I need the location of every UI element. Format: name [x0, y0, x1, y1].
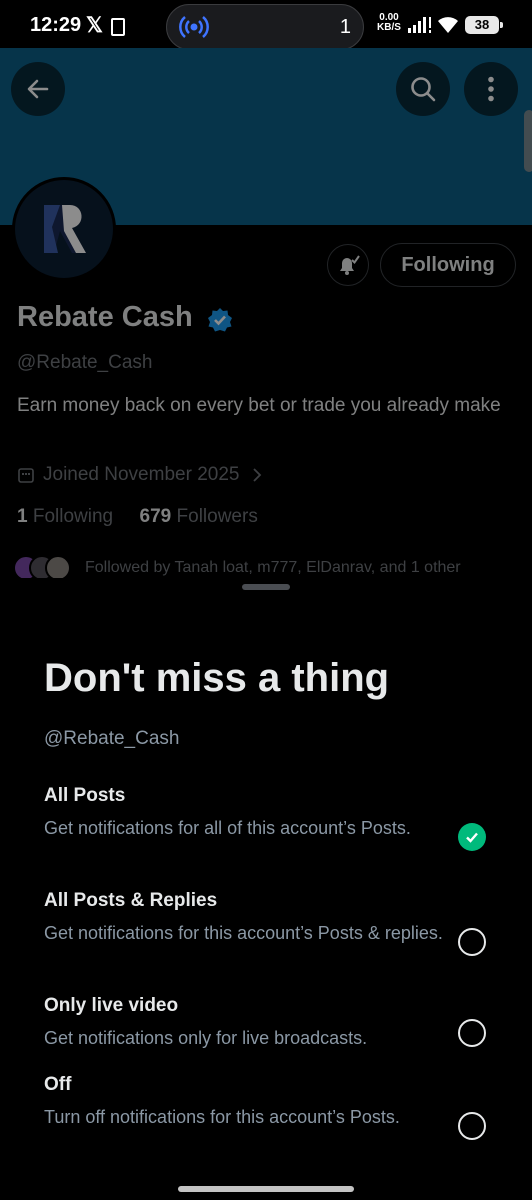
- battery-icon: 38: [465, 16, 503, 34]
- profile-view: Following Rebate Cash @Rebate_Cash Earn …: [0, 48, 532, 600]
- island-count: 1: [339, 16, 351, 38]
- radio-unselected[interactable]: [458, 1019, 486, 1047]
- option-description: Get notifications only for live broadcas…: [44, 1028, 368, 1048]
- home-indicator[interactable]: [178, 1186, 354, 1192]
- net-speed: 0.00 KB/S: [375, 13, 403, 33]
- sheet-title: Don't miss a thing: [44, 656, 390, 700]
- option-description: Get notifications for all of this accoun…: [44, 818, 411, 838]
- radio-selected[interactable]: [458, 823, 486, 851]
- app-notification-icon: [111, 18, 125, 36]
- radio-unselected[interactable]: [458, 1112, 486, 1140]
- option-description: Get notifications for this account’s Pos…: [44, 923, 443, 943]
- option-all-posts[interactable]: All Posts Get notifications for all of t…: [44, 785, 504, 851]
- option-description: Turn off notifications for this account’…: [44, 1107, 400, 1127]
- notification-settings-sheet: Don't miss a thing @Rebate_Cash All Post…: [0, 578, 532, 1200]
- wifi-icon: [438, 17, 458, 33]
- broadcast-icon: [179, 16, 209, 38]
- net-speed-unit: KB/S: [377, 22, 401, 33]
- option-only-live-video[interactable]: Only live video Get notifications only f…: [44, 995, 504, 1052]
- status-bar: 12:29 𝕏 1 0.00 KB/S 38: [0, 0, 532, 54]
- option-title: All Posts & Replies: [44, 890, 218, 911]
- option-all-posts-replies[interactable]: All Posts & Replies Get notifications fo…: [44, 890, 504, 956]
- option-title: Only live video: [44, 995, 179, 1016]
- status-time: 12:29: [30, 14, 82, 36]
- dynamic-island[interactable]: 1: [166, 4, 364, 50]
- option-title: Off: [44, 1074, 72, 1095]
- option-off[interactable]: Off Turn off notifications for this acco…: [44, 1074, 504, 1140]
- modal-scrim[interactable]: [0, 48, 532, 600]
- sheet-grabber[interactable]: [242, 584, 290, 590]
- signal-icon: [408, 17, 431, 33]
- sheet-handle: @Rebate_Cash: [44, 728, 180, 749]
- x-logo-icon: 𝕏: [86, 14, 103, 37]
- checkmark-icon: [466, 832, 478, 843]
- radio-unselected[interactable]: [458, 928, 486, 956]
- option-title: All Posts: [44, 785, 126, 806]
